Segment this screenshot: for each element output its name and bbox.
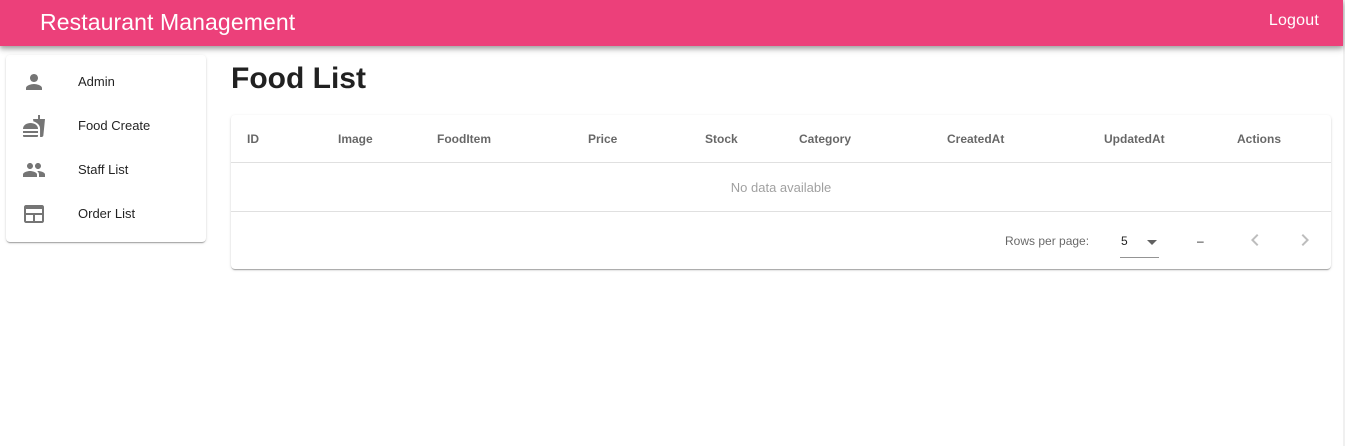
table-icon (22, 202, 46, 226)
sidebar-item-food-create[interactable]: Food Create (6, 104, 206, 148)
previous-page-button[interactable] (1243, 228, 1267, 252)
logout-button[interactable]: Logout (1269, 12, 1319, 30)
sidebar-nav: Admin Food Create Staff List Order List (6, 55, 206, 242)
column-header-stock[interactable]: Stock (705, 132, 738, 146)
column-header-createdat[interactable]: CreatedAt (947, 132, 1004, 146)
fastfood-icon (22, 114, 46, 138)
sidebar-item-staff-list[interactable]: Staff List (6, 148, 206, 192)
column-header-updatedat[interactable]: UpdatedAt (1104, 132, 1165, 146)
sidebar-item-label: Food Create (78, 118, 151, 133)
sidebar-item-order-list[interactable]: Order List (6, 192, 206, 236)
person-icon (22, 70, 46, 94)
food-table: ID Image FoodItem Price Stock Category C… (231, 115, 1331, 269)
chevron-right-icon (1293, 228, 1317, 252)
chevron-left-icon (1243, 228, 1267, 252)
people-icon (22, 158, 46, 182)
rows-per-page-value: 5 (1121, 234, 1128, 248)
page-range-text: – (1197, 234, 1204, 248)
page-title: Food List (231, 62, 366, 95)
column-header-actions: Actions (1237, 132, 1282, 146)
column-header-price[interactable]: Price (588, 132, 617, 146)
column-header-id[interactable]: ID (247, 132, 259, 146)
next-page-button[interactable] (1293, 228, 1317, 252)
empty-state-text: No data available (730, 180, 832, 195)
header-divider (231, 162, 1331, 163)
sidebar-item-label: Staff List (78, 162, 129, 177)
app-bar: Restaurant Management Logout (0, 0, 1343, 46)
sidebar-item-label: Order List (78, 206, 136, 221)
app-title: Restaurant Management (40, 9, 296, 35)
column-header-image[interactable]: Image (338, 132, 373, 146)
dropdown-arrow-icon (1140, 230, 1164, 254)
footer-divider (231, 211, 1331, 212)
sidebar-item-label: Admin (78, 74, 115, 89)
column-header-category[interactable]: Category (799, 132, 851, 146)
sidebar-item-admin[interactable]: Admin (6, 60, 206, 104)
column-header-fooditem[interactable]: FoodItem (437, 132, 491, 146)
rows-per-page-label: Rows per page: (1005, 234, 1090, 248)
rows-per-page-select[interactable]: 5 (1120, 227, 1159, 258)
